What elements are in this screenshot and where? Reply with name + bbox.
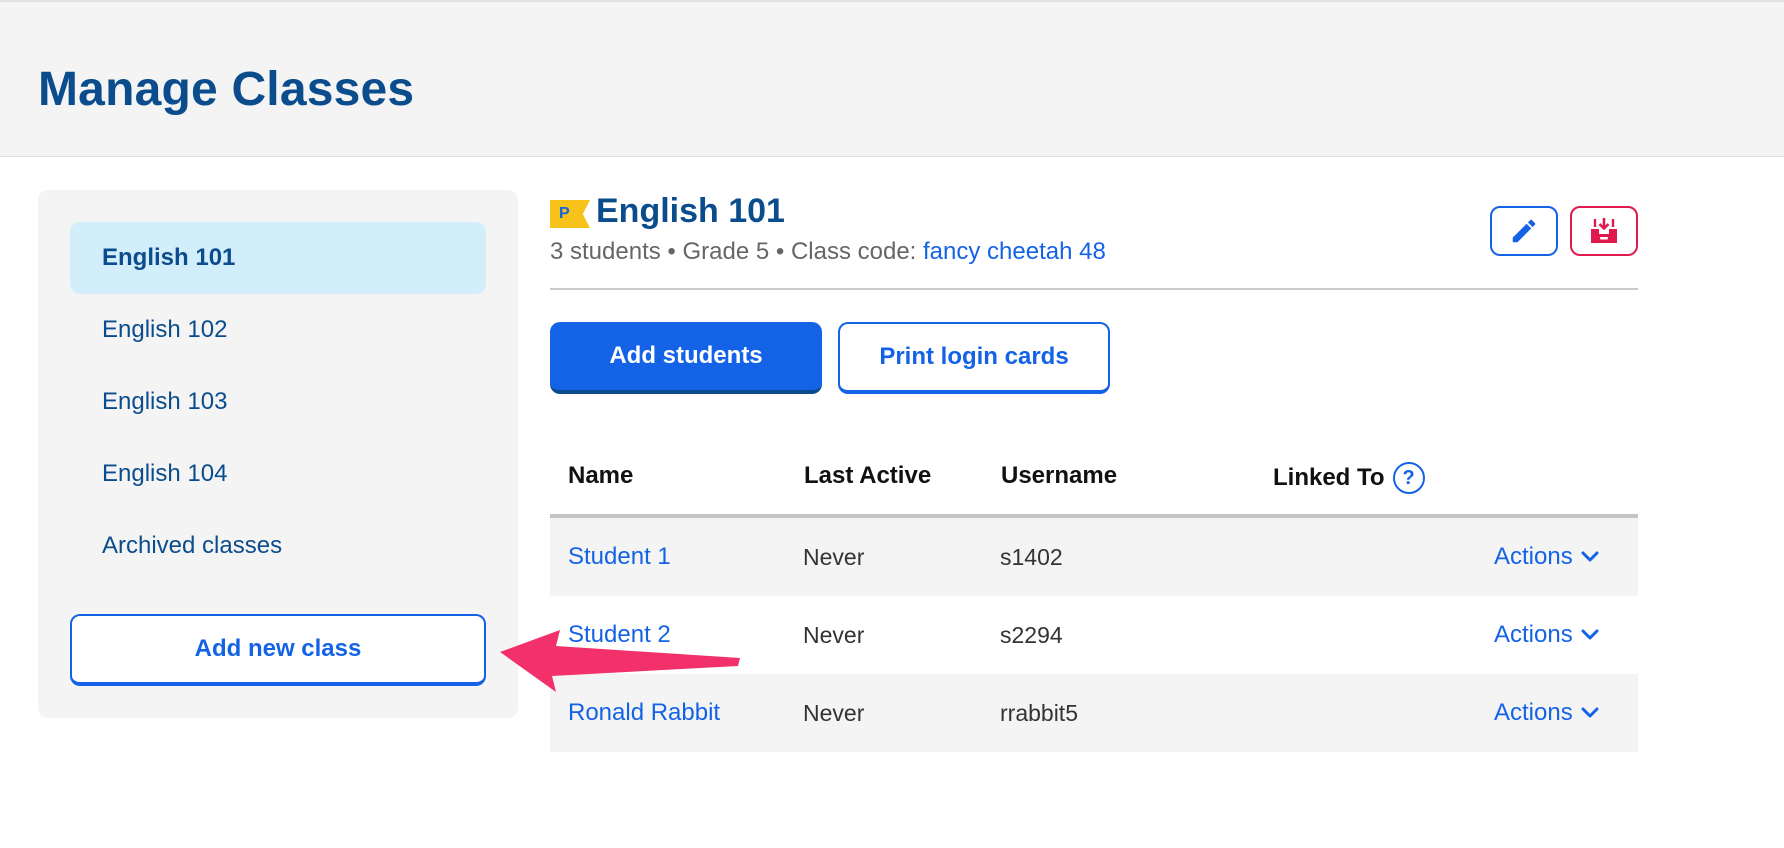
class-sidebar: English 101 English 102 English 103 Engl… [38,190,518,718]
page-header: Manage Classes [0,0,1784,157]
class-code: fancy cheetah 48 [923,238,1106,265]
archive-class-button[interactable] [1570,206,1638,256]
table-header: Name Last Active Username Linked To ? [550,440,1638,518]
print-login-cards-button[interactable]: Print login cards [838,322,1110,394]
sidebar-item-english-101[interactable]: English 101 [70,222,486,294]
linked-to-label: Linked To [1273,464,1385,491]
annotation-arrow-icon [500,630,740,692]
help-icon[interactable]: ? [1392,462,1425,494]
actions-dropdown[interactable]: Actions [1494,518,1599,596]
add-students-button[interactable]: Add students [550,322,822,394]
username-value: s2294 [1000,621,1063,648]
sidebar-item-english-102[interactable]: English 102 [70,294,486,366]
student-name-link[interactable]: Student 1 [568,518,671,596]
sidebar-item-english-104[interactable]: English 104 [70,438,486,510]
column-header-username: Username [1001,462,1118,489]
archive-box-icon [1591,218,1617,243]
sidebar-item-english-103[interactable]: English 103 [70,366,486,438]
last-active-value: Never [803,699,865,726]
actions-label: Actions [1494,621,1573,648]
premium-badge: P [550,200,590,228]
class-header: P English 101 3 students • Grade 5 • Cla… [550,190,1638,290]
page-title: Manage Classes [38,63,415,116]
class-meta-text: 3 students • Grade 5 • Class code: [550,238,923,265]
column-header-name: Name [568,462,634,489]
last-active-value: Never [803,621,865,648]
username-value: rrabbit5 [1000,699,1078,726]
edit-class-button[interactable] [1490,206,1558,256]
column-header-last-active: Last Active [804,462,932,489]
sidebar-item-archived-classes[interactable]: Archived classes [70,510,486,582]
actions-dropdown[interactable]: Actions [1494,596,1599,674]
actions-label: Actions [1494,543,1573,570]
header-divider [550,288,1638,290]
class-name: English 101 [596,192,785,230]
add-new-class-button[interactable]: Add new class [70,614,486,686]
class-meta: 3 students • Grade 5 • Class code: fancy… [550,238,1106,266]
chevron-down-icon [1581,707,1599,718]
username-value: s1402 [1000,543,1063,570]
actions-dropdown[interactable]: Actions [1494,674,1599,752]
column-header-linked-to: Linked To ? [1273,462,1425,494]
table-row: Student 1 Never s1402 Actions [550,518,1638,596]
chevron-down-icon [1581,551,1599,562]
last-active-value: Never [803,543,865,570]
actions-label: Actions [1494,699,1573,726]
students-table: Name Last Active Username Linked To ? St… [550,440,1638,752]
chevron-down-icon [1581,629,1599,640]
pencil-icon [1512,219,1536,243]
